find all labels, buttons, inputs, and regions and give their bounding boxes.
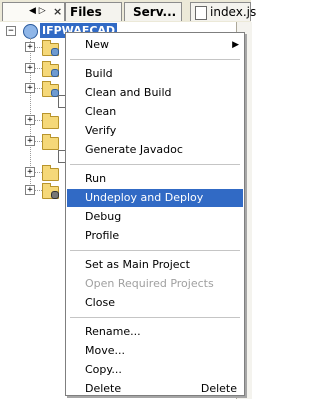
tab-scroll-controls[interactable]: ◀ ▷ [29, 6, 46, 16]
menu-item-label: Undeploy and Deploy [85, 191, 204, 204]
menu-item-new[interactable]: New ▶ [67, 36, 243, 54]
expand-icon[interactable]: + [25, 167, 35, 177]
expand-icon[interactable]: + [25, 185, 35, 195]
folder-icon [42, 40, 59, 56]
tab-projects[interactable]: ◀ ▷ × [2, 2, 65, 21]
menu-item-label: Clean and Build [85, 86, 172, 99]
menu-separator [70, 317, 240, 318]
menu-item-label: Build [85, 67, 113, 80]
menu-item-label: Open Required Projects [85, 277, 214, 290]
menu-item-label: Delete [85, 382, 122, 395]
folder-icon [42, 183, 59, 199]
project-context-menu: New ▶ Build Clean and Build Clean Verify Gener… [65, 32, 245, 396]
menu-item-label: Move... [85, 344, 125, 357]
menu-item-label: Close [85, 296, 115, 309]
expand-icon[interactable]: + [25, 83, 35, 93]
menu-item-label: Run [85, 172, 107, 185]
menu-separator [70, 59, 240, 60]
menu-item-open-required-projects: Open Required Projects [67, 275, 243, 293]
folder-icon [42, 113, 59, 129]
menu-item-verify[interactable]: Verify [67, 122, 243, 140]
menu-separator [70, 164, 240, 165]
menu-separator [70, 250, 240, 251]
menu-item-clean-and-build[interactable]: Clean and Build [67, 84, 243, 102]
menu-item-move[interactable]: Move... [67, 342, 243, 360]
tab-services-label: Serv... [133, 5, 177, 19]
file-icon [195, 6, 207, 20]
menu-item-label: Debug [85, 210, 122, 223]
web-project-icon [23, 24, 38, 39]
submenu-arrow-icon: ▶ [232, 40, 239, 50]
tab-services[interactable]: Serv... [124, 2, 182, 21]
menu-item-label: Copy... [85, 363, 122, 376]
menu-item-label: Clean [85, 105, 117, 118]
close-icon[interactable]: × [53, 5, 62, 18]
tab-editor-file[interactable]: index.js [190, 2, 256, 21]
expand-icon[interactable]: + [25, 63, 35, 73]
menu-item-label: Profile [85, 229, 120, 242]
menu-item-label: Rename... [85, 325, 141, 338]
folder-icon [42, 61, 59, 77]
tab-files-label: Files [70, 5, 102, 19]
menu-item-set-as-main-project[interactable]: Set as Main Project [67, 256, 243, 274]
tab-files[interactable]: Files [65, 2, 122, 21]
expand-icon[interactable]: + [25, 115, 35, 125]
folder-icon [42, 81, 59, 97]
expand-icon[interactable]: + [25, 136, 35, 146]
menu-item-close[interactable]: Close [67, 294, 243, 312]
menu-item-label: New [85, 38, 109, 51]
tab-editor-label: index.js [210, 5, 257, 19]
menu-item-generate-javadoc[interactable]: Generate Javadoc [67, 141, 243, 159]
menu-item-profile[interactable]: Profile [67, 227, 243, 245]
menu-item-build[interactable]: Build [67, 65, 243, 83]
expand-icon[interactable]: + [25, 42, 35, 52]
panel-tab-strip: ◀ ▷ × Files Serv... index.js [0, 0, 256, 23]
menu-item-clean[interactable]: Clean [67, 103, 243, 121]
menu-item-label: Generate Javadoc [85, 143, 183, 156]
folder-icon [42, 134, 59, 150]
menu-item-shortcut: Delete [200, 382, 237, 395]
menu-item-label: Set as Main Project [85, 258, 190, 271]
menu-item-run[interactable]: Run [67, 170, 243, 188]
menu-item-label: Verify [85, 124, 117, 137]
menu-item-debug[interactable]: Debug [67, 208, 243, 226]
folder-icon [42, 165, 59, 181]
menu-item-copy[interactable]: Copy... [67, 361, 243, 379]
menu-item-rename[interactable]: Rename... [67, 323, 243, 341]
collapse-icon[interactable]: − [6, 26, 16, 36]
menu-item-undeploy-and-deploy[interactable]: Undeploy and Deploy [67, 189, 243, 207]
menu-item-delete[interactable]: Delete Delete [67, 380, 243, 398]
